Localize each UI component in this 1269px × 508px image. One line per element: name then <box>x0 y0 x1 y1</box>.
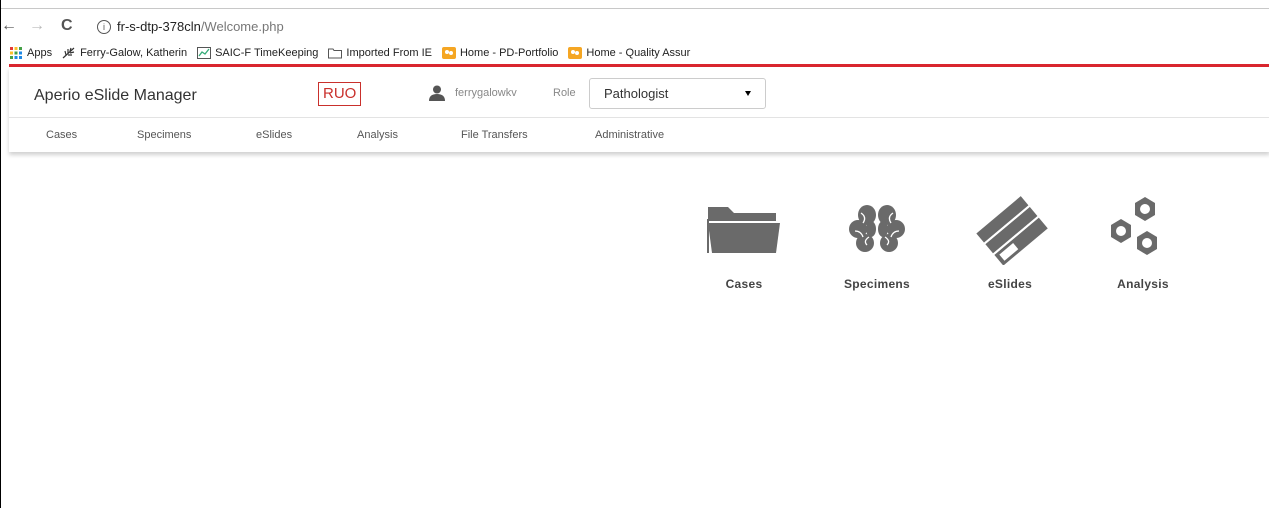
brain-icon <box>849 205 905 255</box>
menu-item-file-transfers[interactable]: File Transfers <box>461 129 528 141</box>
menu-item-eslides[interactable]: eSlides <box>256 129 292 141</box>
menu-item-administrative[interactable]: Administrative <box>595 129 664 141</box>
menu-item-cases[interactable]: Cases <box>46 129 77 141</box>
bookmark-label: Ferry-Galow, Katherin <box>80 47 188 59</box>
bookmark-apps[interactable]: Apps <box>9 47 52 59</box>
bookmark-label: SAIC-F TimeKeeping <box>215 47 319 59</box>
user-icon <box>429 85 445 101</box>
bookmark-timekeeping[interactable]: SAIC-F TimeKeeping <box>197 47 318 59</box>
role-select-value: Pathologist <box>604 86 669 101</box>
menu-item-specimens[interactable]: Specimens <box>137 129 191 141</box>
tile-label: Analysis <box>1117 277 1169 291</box>
folder-icon <box>707 207 780 253</box>
tile-label: Specimens <box>843 277 911 291</box>
reload-button[interactable]: C <box>61 13 73 39</box>
slides-icon <box>976 196 1048 265</box>
role-label: Role <box>553 87 576 99</box>
tile-label: Cases <box>725 277 763 291</box>
bookmarks-bar: Apps Ferry-Galow, Katherin SAIC-F TimeKe… <box>1 42 1269 64</box>
address-bar-row: ← → C i fr-s-dtp-378cln/Welcome.php <box>1 8 1269 42</box>
main-menu: Cases Specimens eSlides Analysis File Tr… <box>9 118 1269 152</box>
bookmark-quality-assur[interactable]: Home - Quality Assur <box>568 47 690 59</box>
tile-label: eSlides <box>987 277 1033 291</box>
bookmark-pd-portfolio[interactable]: Home - PD-Portfolio <box>441 47 559 59</box>
bookmark-label: Apps <box>27 47 53 59</box>
tile-eslides[interactable]: eSlides <box>960 195 1060 291</box>
folder-icon <box>328 48 343 59</box>
feather-icon <box>62 47 75 59</box>
bookmark-imported-from-ie[interactable]: Imported From IE <box>328 47 432 59</box>
chevron-down-icon <box>745 91 751 96</box>
username[interactable]: ferrygalowkv <box>455 87 517 99</box>
ruo-badge: RUO <box>318 82 362 106</box>
info-icon[interactable]: i <box>97 20 111 34</box>
menu-item-analysis[interactable]: Analysis <box>357 129 398 141</box>
browser-window: ← → C i fr-s-dtp-378cln/Welcome.php Apps… <box>0 0 1269 508</box>
bookmark-label: Home - Quality Assur <box>586 47 691 59</box>
sharepoint-icon <box>441 47 456 59</box>
timekeeping-icon <box>197 47 212 59</box>
back-button[interactable]: ← <box>1 13 17 39</box>
app-header: Aperio eSlide Manager RUO ferrygalowkv R… <box>9 67 1269 152</box>
bookmark-label: Home - PD-Portfolio <box>459 47 559 59</box>
tile-specimens[interactable]: Specimens <box>827 195 927 291</box>
bookmark-label: Imported From IE <box>346 47 432 59</box>
tile-cases[interactable]: Cases <box>694 195 794 291</box>
bookmark-ferry-galow[interactable]: Ferry-Galow, Katherin <box>62 47 187 59</box>
url-host: fr-s-dtp-378cln <box>117 19 201 34</box>
hexagons-icon <box>1111 197 1157 255</box>
forward-button[interactable]: → <box>29 13 45 39</box>
role-select[interactable]: Pathologist <box>589 78 766 109</box>
tile-analysis[interactable]: Analysis <box>1093 195 1193 291</box>
url-path: /Welcome.php <box>200 19 284 34</box>
url-field[interactable]: fr-s-dtp-378cln/Welcome.php <box>117 19 284 34</box>
app-title[interactable]: Aperio eSlide Manager <box>34 87 197 105</box>
sharepoint-icon <box>568 47 583 59</box>
apps-grid-icon <box>10 47 22 59</box>
